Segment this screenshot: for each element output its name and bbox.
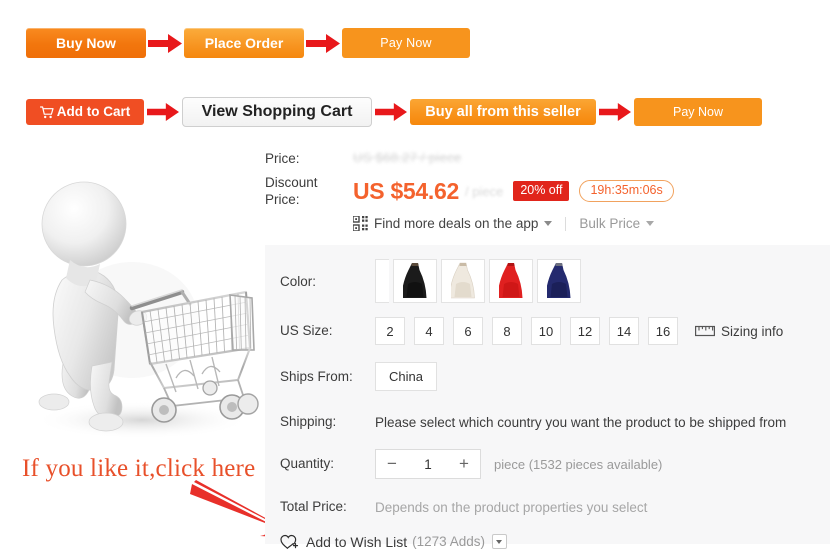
right-arrow-icon [596, 100, 634, 124]
discount-price-unit: / piece [465, 183, 504, 199]
place-order-button[interactable]: Place Order [184, 28, 304, 58]
product-options-panel: Color: US Size: 2 4 6 8 10 12 14 16 Sizi… [265, 245, 830, 550]
buy-all-from-seller-button[interactable]: Buy all from this seller [410, 99, 596, 125]
color-swatch-red[interactable] [489, 259, 533, 303]
pay-now-button-row1[interactable]: Pay Now [342, 28, 470, 58]
add-to-cart-button[interactable]: Add to Cart [26, 99, 144, 125]
discount-label-line2: Price: [265, 192, 300, 207]
divider [565, 216, 567, 231]
color-option-row: Color: [280, 245, 830, 303]
add-to-cart-label: Add to Cart [56, 104, 131, 120]
shipping-row: Shipping: Please select which country yo… [280, 413, 830, 431]
right-arrow-icon [304, 31, 342, 55]
quantity-availability-note: piece (1532 pieces available) [494, 456, 663, 472]
discount-price-label: Discount Price: [265, 174, 353, 208]
shopping-cart-icon [39, 105, 54, 119]
add-to-wish-list-label[interactable]: Add to Wish List [306, 534, 407, 550]
bulk-price-label[interactable]: Bulk Price [579, 216, 640, 231]
right-arrow-icon [372, 100, 410, 124]
shopping-cart-character-image [14, 152, 264, 452]
size-option-14[interactable]: 14 [609, 317, 639, 345]
page-root: Buy Now Place Order Pay Now Add to Cart … [0, 0, 830, 550]
buy-now-label: Buy Now [56, 35, 116, 51]
size-option-row: US Size: 2 4 6 8 10 12 14 16 Sizing info [280, 317, 830, 345]
quantity-row: Quantity: − 1 + piece (1532 pieces avail… [280, 449, 830, 479]
ships-from-option-china[interactable]: China [375, 362, 437, 391]
size-option-16[interactable]: 16 [648, 317, 678, 345]
size-option-2[interactable]: 2 [375, 317, 405, 345]
size-option-8[interactable]: 8 [492, 317, 522, 345]
quantity-stepper[interactable]: − 1 + [375, 449, 481, 479]
quantity-decrease-button[interactable]: − [376, 450, 408, 478]
place-order-label: Place Order [204, 35, 284, 51]
total-price-label: Total Price: [280, 499, 347, 514]
sizing-info-link[interactable]: Sizing info [695, 324, 783, 339]
discount-price-value: US $54.62 [353, 177, 459, 204]
color-label: Color: [280, 274, 317, 289]
view-shopping-cart-button[interactable]: View Shopping Cart [182, 97, 372, 127]
original-price-row: Price: US $68.27 / piece [265, 150, 830, 168]
color-swatch-navy[interactable] [537, 259, 581, 303]
sizing-info-label: Sizing info [721, 323, 784, 339]
size-option-6[interactable]: 6 [453, 317, 483, 345]
price-label: Price: [265, 151, 300, 166]
pay-now-button-row2[interactable]: Pay Now [634, 98, 762, 126]
countdown-timer-badge: 19h:35m:06s [579, 180, 674, 202]
quantity-increase-button[interactable]: + [448, 450, 480, 478]
pay-now-label: Pay Now [380, 35, 432, 50]
ships-from-label: Ships From: [280, 368, 353, 384]
size-option-12[interactable]: 12 [570, 317, 600, 345]
size-label: US Size: [280, 323, 333, 338]
total-price-row: Total Price: Depends on the product prop… [280, 498, 830, 516]
purchase-flow-row-1: Buy Now Place Order Pay Now [26, 28, 470, 58]
color-swatch-list [375, 259, 585, 303]
price-detail-block: Price: US $68.27 / piece Discount Price:… [265, 150, 830, 231]
discount-label-line1: Discount [265, 175, 318, 190]
buy-all-label: Buy all from this seller [425, 103, 581, 120]
quantity-label: Quantity: [280, 456, 335, 471]
find-more-deals-label[interactable]: Find more deals on the app [374, 216, 538, 231]
right-arrow-icon [146, 31, 184, 55]
heart-plus-icon [280, 533, 299, 550]
ships-from-row: Ships From: China [280, 362, 830, 391]
color-swatch-white[interactable] [441, 259, 485, 303]
size-option-4[interactable]: 4 [414, 317, 444, 345]
wish-list-count: (1273 Adds) [412, 534, 485, 549]
annotation-text: If you like it,click here [22, 455, 256, 482]
qr-code-icon [353, 216, 368, 231]
original-price-value: US $68.27 / piece [353, 150, 462, 165]
ruler-icon [695, 325, 715, 337]
quantity-input[interactable]: 1 [408, 457, 448, 472]
color-swatch-black[interactable] [393, 259, 437, 303]
color-swatch-partial[interactable] [375, 259, 389, 303]
pay-now-label: Pay Now [672, 104, 724, 119]
shipping-message: Please select which country you want the… [375, 414, 787, 430]
size-option-10[interactable]: 10 [531, 317, 561, 345]
purchase-flow-row-2: Add to Cart View Shopping Cart Buy all f… [26, 97, 762, 127]
chevron-down-icon[interactable] [646, 221, 655, 226]
chevron-down-icon[interactable] [491, 534, 507, 549]
total-price-message: Depends on the product properties you se… [375, 499, 648, 515]
right-arrow-icon [144, 100, 182, 124]
wishlist-row[interactable]: Add to Wish List (1273 Adds) [280, 533, 830, 550]
buy-now-button[interactable]: Buy Now [26, 28, 146, 58]
chevron-down-icon[interactable] [544, 221, 553, 226]
shipping-label: Shipping: [280, 414, 337, 429]
app-deals-row: Find more deals on the app Bulk Price [353, 216, 830, 231]
view-shopping-cart-label: View Shopping Cart [201, 103, 353, 120]
discount-price-row: Discount Price: US $54.62 / piece 20% of… [265, 174, 830, 208]
size-list: 2 4 6 8 10 12 14 16 Sizing info [375, 317, 783, 345]
options-inner: Color: US Size: 2 4 6 8 10 12 14 16 Sizi… [265, 245, 830, 550]
discount-badge: 20% off [513, 181, 570, 201]
